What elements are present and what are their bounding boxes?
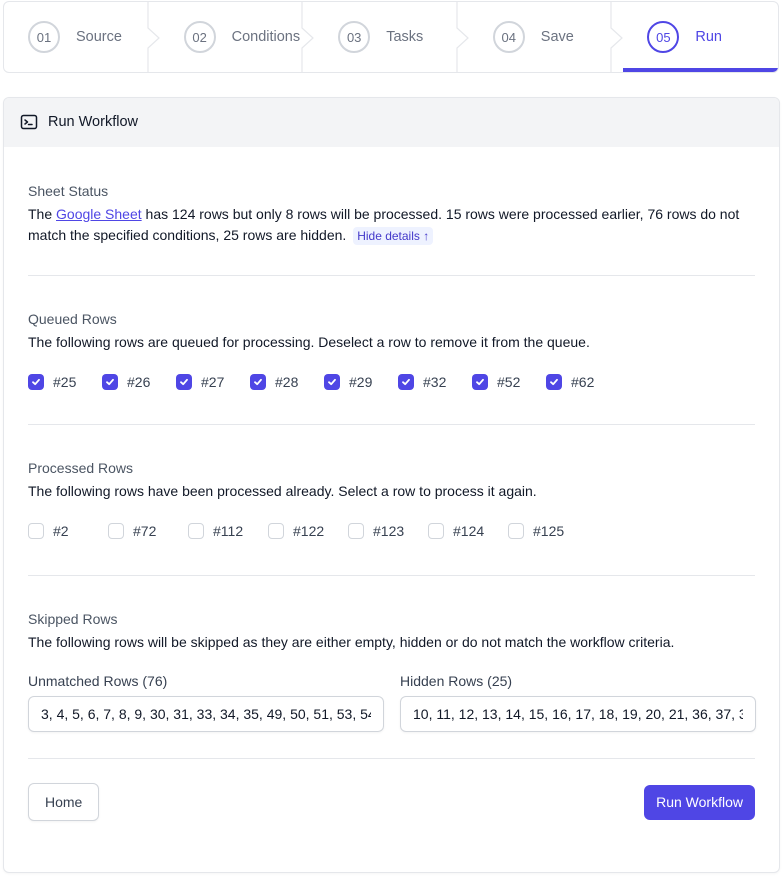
checkbox-unchecked-icon[interactable] [108, 523, 124, 539]
row-checkbox[interactable]: #72 [108, 523, 188, 539]
row-checkbox[interactable]: #25 [28, 374, 102, 390]
hidden-rows-field: Hidden Rows (25) 10, 11, 12, 13, 14, 15,… [400, 671, 756, 732]
hide-details-button[interactable]: Hide details ↑ [353, 227, 434, 245]
row-number-label: #52 [497, 374, 521, 390]
checkbox-checked-icon[interactable] [176, 374, 192, 390]
row-checkbox[interactable]: #27 [176, 374, 250, 390]
processed-rows-section: Processed Rows The following rows have b… [28, 425, 755, 576]
row-number-label: #28 [275, 374, 299, 390]
row-checkbox[interactable]: #32 [398, 374, 472, 390]
row-number-label: #122 [293, 523, 325, 539]
checkbox-checked-icon[interactable] [250, 374, 266, 390]
row-checkbox[interactable]: #123 [348, 523, 428, 539]
step-number: 03 [338, 21, 371, 53]
checkbox-unchecked-icon[interactable] [28, 523, 44, 539]
step-label: Conditions [231, 29, 301, 45]
step-label: Run [695, 29, 722, 45]
google-sheet-link[interactable]: Google Sheet [56, 206, 142, 222]
hidden-rows-input[interactable]: 10, 11, 12, 13, 14, 15, 16, 17, 18, 19, … [400, 696, 756, 732]
checkbox-checked-icon[interactable] [398, 374, 414, 390]
row-number-label: #27 [201, 374, 225, 390]
row-number-label: #29 [349, 374, 373, 390]
row-number-label: #32 [423, 374, 447, 390]
checkbox-checked-icon[interactable] [28, 374, 44, 390]
section-description: The following rows will be skipped as th… [28, 634, 675, 650]
hidden-rows-value: 10, 11, 12, 13, 14, 15, 16, 17, 18, 19, … [413, 706, 743, 722]
run-workflow-button[interactable]: Run Workflow [644, 784, 755, 820]
step-conditions[interactable]: 02 Conditions [160, 2, 315, 72]
step-number: 05 [647, 21, 680, 53]
step-label: Source [76, 29, 122, 45]
card-header: Run Workflow [4, 98, 779, 147]
terminal-icon [20, 113, 38, 131]
step-number: 01 [28, 21, 60, 53]
row-checkbox[interactable]: #26 [102, 374, 176, 390]
home-button[interactable]: Home [28, 783, 100, 821]
checkbox-checked-icon[interactable] [102, 374, 118, 390]
row-checkbox[interactable]: #62 [546, 374, 620, 390]
section-description: The following rows are queued for proces… [28, 334, 590, 350]
row-checkbox[interactable]: #2 [28, 523, 108, 539]
step-run[interactable]: 05 Run [623, 2, 778, 72]
card-footer: Home Run Workflow [28, 759, 755, 821]
row-checkbox[interactable]: #122 [268, 523, 348, 539]
step-number: 02 [183, 21, 216, 53]
checkbox-checked-icon[interactable] [472, 374, 488, 390]
checkbox-unchecked-icon[interactable] [508, 523, 524, 539]
workflow-stepper: 01 Source 02 Conditions 03 Tasks 04 Save… [3, 1, 779, 73]
checkbox-checked-icon[interactable] [324, 374, 340, 390]
row-checkbox[interactable]: #125 [508, 523, 588, 539]
section-title: Skipped Rows [28, 611, 118, 627]
skipped-rows-section: Skipped Rows The following rows will be … [28, 576, 756, 759]
unmatched-rows-input[interactable]: 3, 4, 5, 6, 7, 8, 9, 30, 31, 33, 34, 35,… [28, 696, 384, 732]
checkbox-unchecked-icon[interactable] [348, 523, 364, 539]
row-number-label: #2 [53, 523, 69, 539]
unmatched-rows-value: 3, 4, 5, 6, 7, 8, 9, 30, 31, 33, 34, 35,… [41, 706, 371, 722]
checkbox-unchecked-icon[interactable] [188, 523, 204, 539]
checkbox-checked-icon[interactable] [546, 374, 562, 390]
step-save[interactable]: 04 Save [469, 2, 624, 72]
step-source[interactable]: 01 Source [4, 2, 160, 72]
row-number-label: #124 [453, 523, 485, 539]
row-number-label: #25 [53, 374, 77, 390]
sheet-status-text: The Google Sheet has 124 rows but only 8… [28, 204, 755, 246]
section-title: Sheet Status [28, 183, 109, 199]
queued-rows-section: Queued Rows The following rows are queue… [28, 276, 755, 425]
row-checkbox[interactable]: #112 [188, 523, 268, 539]
row-number-label: #26 [127, 374, 151, 390]
section-description: The following rows have been processed a… [28, 483, 537, 499]
row-number-label: #72 [133, 523, 157, 539]
checkbox-unchecked-icon[interactable] [268, 523, 284, 539]
run-workflow-card: Run Workflow Sheet Status The Google She… [3, 97, 780, 873]
row-number-label: #123 [373, 523, 405, 539]
sheet-status-section: Sheet Status The Google Sheet has 124 ro… [28, 147, 755, 276]
step-tasks[interactable]: 03 Tasks [314, 2, 469, 72]
unmatched-rows-field: Unmatched Rows (76) 3, 4, 5, 6, 7, 8, 9,… [28, 671, 384, 732]
processed-rows-list: #2 #72 #112 #122 #123 #124 #125 [28, 521, 755, 541]
status-text-part: The [28, 206, 57, 222]
row-number-label: #125 [533, 523, 565, 539]
step-number: 04 [492, 21, 525, 53]
card-title: Run Workflow [48, 114, 138, 130]
step-separator-icon [146, 2, 161, 72]
queued-rows-list: #25 #26 #27 #28 #29 #32 #52 #62 [28, 372, 755, 392]
step-separator-icon [301, 2, 315, 72]
unmatched-rows-label: Unmatched Rows (76) [28, 673, 168, 689]
hidden-rows-label: Hidden Rows (25) [400, 673, 513, 689]
row-checkbox[interactable]: #52 [472, 374, 546, 390]
row-number-label: #62 [571, 374, 595, 390]
row-number-label: #112 [213, 523, 244, 539]
section-title: Queued Rows [28, 311, 117, 327]
step-label: Save [540, 29, 574, 45]
step-separator-icon [456, 2, 470, 72]
row-checkbox[interactable]: #29 [324, 374, 398, 390]
row-checkbox[interactable]: #28 [250, 374, 324, 390]
section-title: Processed Rows [28, 460, 134, 476]
step-label: Tasks [386, 29, 424, 45]
checkbox-unchecked-icon[interactable] [428, 523, 444, 539]
step-separator-icon [610, 2, 624, 72]
row-checkbox[interactable]: #124 [428, 523, 508, 539]
